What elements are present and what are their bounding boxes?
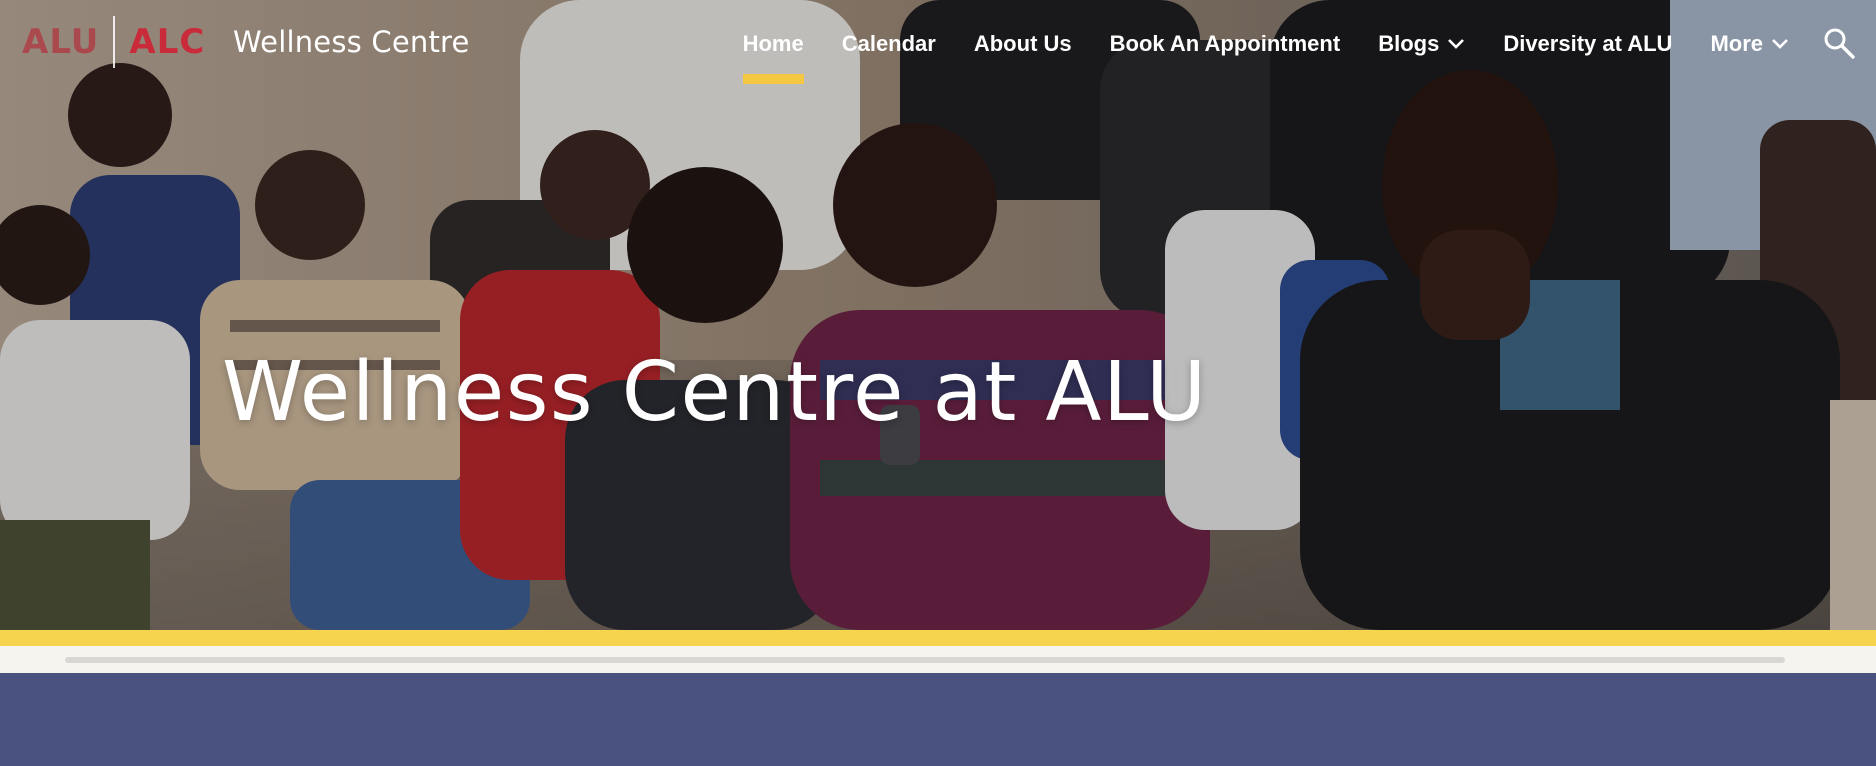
nav-item-about-us[interactable]: About Us xyxy=(955,24,1091,64)
site-title[interactable]: Wellness Centre xyxy=(233,22,470,62)
accent-stripe xyxy=(0,630,1876,646)
logo-divider xyxy=(113,16,116,68)
nav-item-label: Calendar xyxy=(841,31,936,56)
nav-item-label: Book An Appointment xyxy=(1109,31,1341,56)
main-nav: Home Calendar About Us Book An Appointme… xyxy=(724,24,1808,84)
nav-item-calendar[interactable]: Calendar xyxy=(823,24,955,64)
nav-item-label: More xyxy=(1710,31,1763,56)
nav-item-blogs[interactable]: Blogs xyxy=(1359,24,1484,64)
site-header: ALU ALC Wellness Centre Home Calendar Ab… xyxy=(0,0,1876,86)
alu-alc-logo[interactable]: ALU ALC xyxy=(22,16,206,68)
logo-alu-text: ALU xyxy=(22,22,100,62)
nav-item-home[interactable]: Home xyxy=(724,24,823,84)
nav-item-label: Blogs xyxy=(1378,31,1440,56)
nav-item-label: Home xyxy=(742,31,804,56)
nav-item-diversity[interactable]: Diversity at ALU xyxy=(1484,24,1691,64)
nav-item-more[interactable]: More xyxy=(1691,24,1808,64)
horizontal-scrollbar[interactable] xyxy=(65,657,1785,663)
logo-alc-text: ALC xyxy=(129,22,206,62)
chevron-down-icon xyxy=(1772,39,1788,49)
nav-item-label: Diversity at ALU xyxy=(1503,31,1673,56)
nav-item-label: About Us xyxy=(973,31,1072,56)
hero-overlay xyxy=(0,0,1876,630)
hero-headline: Wellness Centre at ALU xyxy=(222,344,1208,440)
next-section-band xyxy=(0,673,1876,766)
nav-item-book-appointment[interactable]: Book An Appointment xyxy=(1091,24,1360,64)
chevron-down-icon xyxy=(1448,39,1465,49)
hero-banner: ALU ALC Wellness Centre Home Calendar Ab… xyxy=(0,0,1876,630)
search-icon[interactable] xyxy=(1822,26,1856,60)
